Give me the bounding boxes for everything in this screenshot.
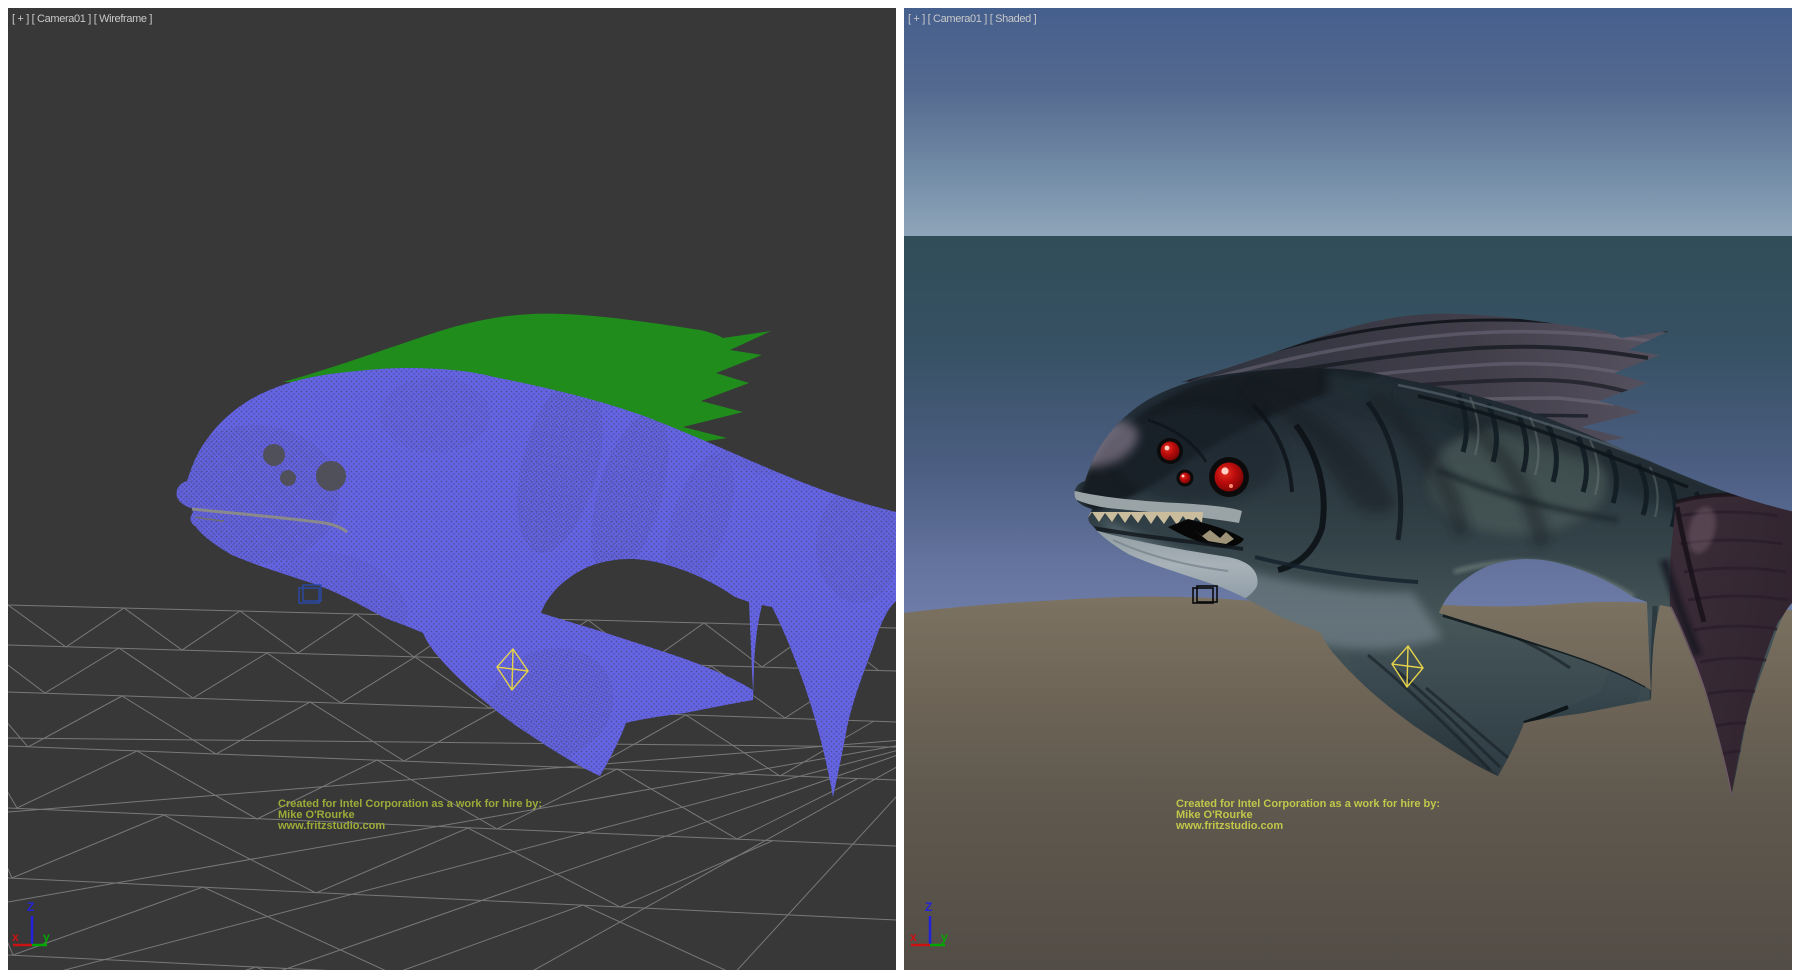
svg-text:Z: Z xyxy=(27,900,34,914)
svg-text:Z: Z xyxy=(925,900,932,914)
svg-text:y: y xyxy=(941,930,948,944)
svg-text:x: x xyxy=(910,930,917,944)
svg-text:x: x xyxy=(12,930,19,944)
svg-text:y: y xyxy=(43,930,50,944)
